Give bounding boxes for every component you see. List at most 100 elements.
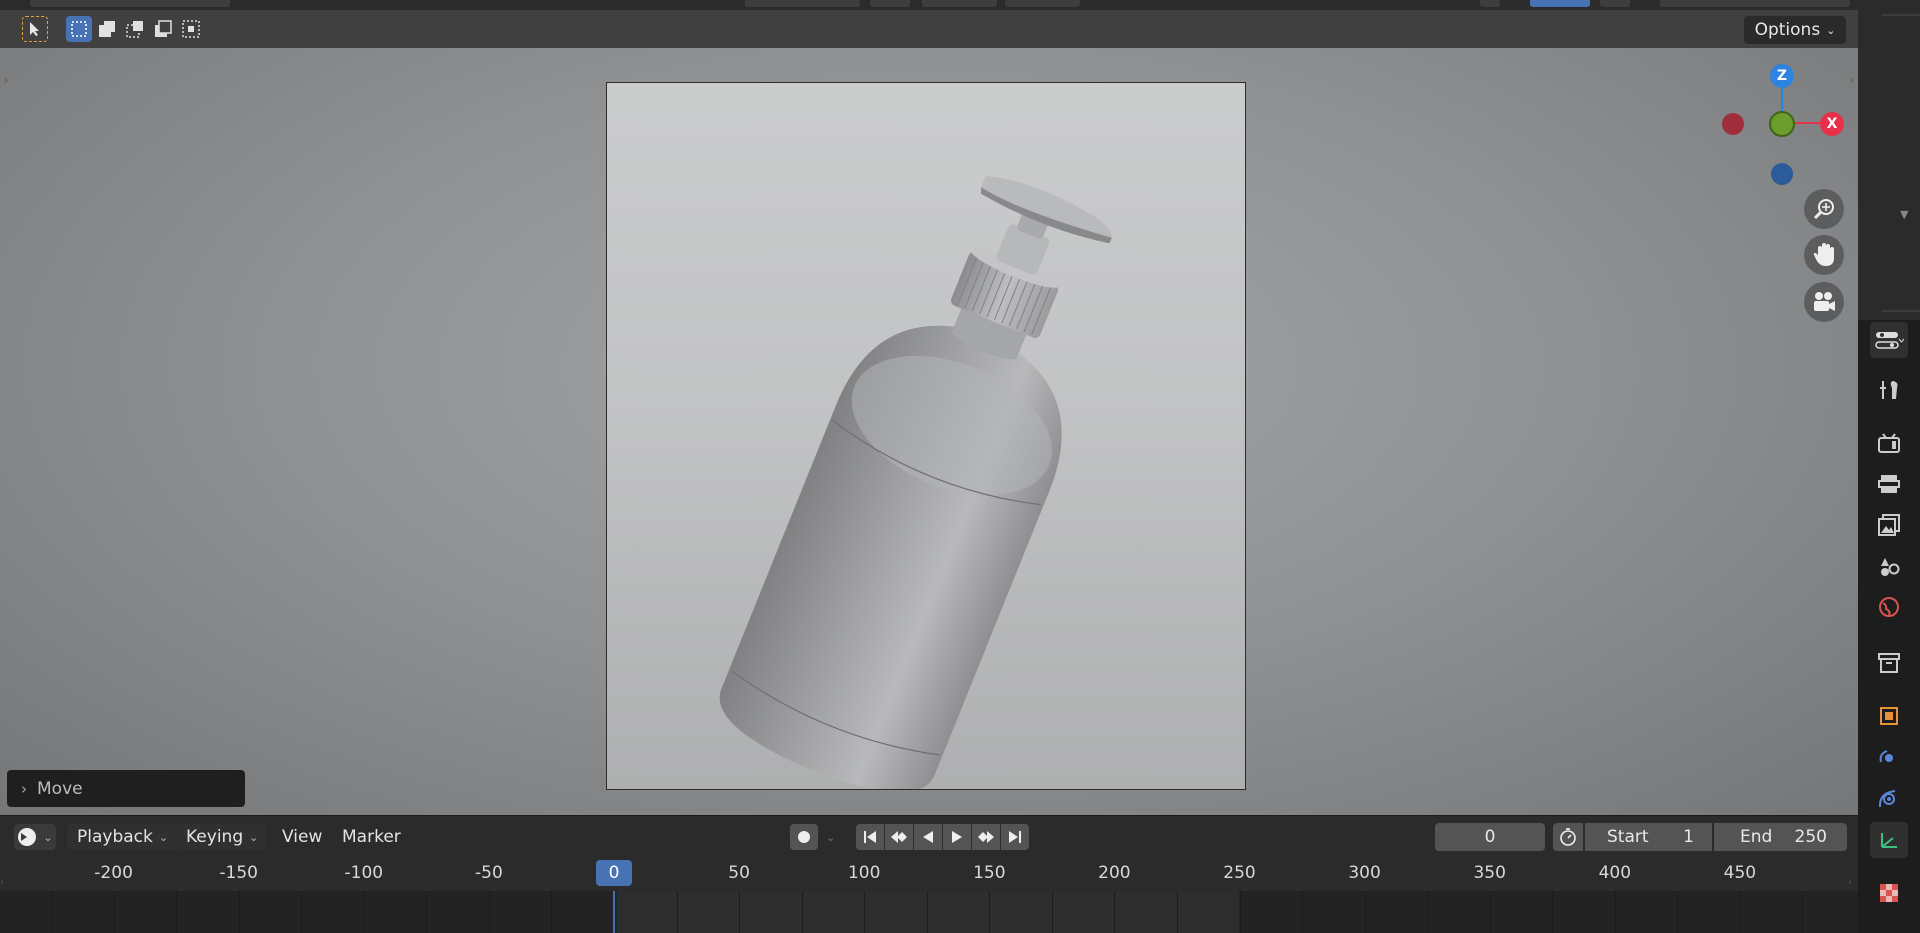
frame-gridline — [864, 891, 866, 933]
camera-view-icon[interactable] — [1804, 282, 1844, 322]
play-reverse-icon[interactable] — [914, 824, 942, 850]
render-icon[interactable] — [1870, 425, 1908, 461]
outliner-area: ▼ — [1858, 0, 1920, 320]
ruler-tick-label: 450 — [1723, 863, 1757, 883]
scroll-down-icon[interactable]: ▼ — [1900, 208, 1908, 221]
ruler-tick-label: 200 — [1098, 863, 1131, 883]
timeline-clock-icon — [18, 828, 37, 846]
invert-selection-icon[interactable] — [150, 16, 176, 42]
sidebar-expand-icon[interactable]: ‹ — [1846, 68, 1858, 92]
chevron-down-icon: ⌄ — [43, 830, 53, 844]
physics-icon[interactable] — [1870, 781, 1908, 817]
jump-to-previous-keyframe-icon[interactable] — [885, 824, 913, 850]
extend-selection-icon[interactable] — [94, 16, 120, 42]
zoom-icon[interactable] — [1804, 189, 1844, 229]
tool-settings-icon[interactable] — [1870, 372, 1908, 408]
frame-ruler[interactable]: › ‹ -200 -150 -100 -50 0 50 100 150 200 250 300 350… — [0, 855, 1858, 891]
timeline-header: ⌄ Playback ⌄ Keying ⌄ View Marker ⌄ 0 Star… — [0, 815, 1858, 855]
ruler-tick-label: -50 — [475, 863, 503, 883]
options-label: Options — [1754, 20, 1821, 40]
texture-icon[interactable] — [1870, 875, 1908, 911]
frame-gridline — [176, 891, 178, 933]
tool-header: Options ⌄ — [0, 10, 1858, 48]
jump-to-end-icon[interactable] — [1001, 824, 1029, 850]
view-layer-icon[interactable] — [1870, 507, 1908, 543]
toolbar-expand-icon[interactable]: › — [0, 68, 12, 92]
soap-bottle-model[interactable] — [607, 83, 1246, 790]
intersect-selection-icon[interactable] — [178, 16, 204, 42]
auto-keying-dropdown-icon[interactable]: ⌄ — [826, 831, 835, 844]
marker-menu[interactable]: Marker — [342, 824, 401, 850]
ruler-tick-label: 100 — [847, 863, 881, 883]
auto-keying-button[interactable] — [790, 824, 818, 850]
scene-frame-range — [616, 891, 1240, 933]
frame-gridline — [1552, 891, 1554, 933]
keying-label: Keying — [186, 827, 244, 847]
jump-to-next-keyframe-icon[interactable] — [972, 824, 1000, 850]
chevron-down-icon: ⌄ — [249, 830, 259, 844]
end-frame-field[interactable]: End 250 — [1714, 823, 1847, 851]
ruler-tick-label: -150 — [219, 863, 258, 883]
editor-type-dropdown[interactable]: ⌄ — [14, 824, 56, 850]
frame-gridline — [551, 891, 553, 933]
options-dropdown[interactable]: Options ⌄ — [1744, 16, 1846, 44]
current-frame-field[interactable]: 0 — [1435, 823, 1545, 851]
scene-icon[interactable] — [1870, 548, 1908, 584]
gizmo-y-axis[interactable] — [1769, 111, 1795, 137]
gizmo-x-axis[interactable]: X — [1820, 112, 1844, 136]
subtract-selection-icon[interactable] — [122, 16, 148, 42]
frame-gridline — [426, 891, 428, 933]
frame-gridline — [1051, 891, 1053, 933]
frame-gridline — [238, 891, 240, 933]
ruler-tick-label: 50 — [728, 863, 750, 883]
object-icon[interactable] — [1870, 698, 1908, 734]
stopwatch-icon — [1560, 828, 1576, 846]
viewport-header-strip — [0, 0, 1858, 10]
modifiers-icon[interactable] — [1870, 740, 1908, 776]
tweak-select-tool-icon[interactable] — [22, 16, 48, 42]
frame-gridline — [363, 891, 365, 933]
gizmo-negative-z-axis[interactable] — [1771, 163, 1793, 185]
sidebar-expand-icon[interactable]: ‹ — [1848, 877, 1852, 888]
world-icon[interactable] — [1870, 589, 1908, 625]
frame-gridline — [1677, 891, 1679, 933]
frame-gridline — [1614, 891, 1616, 933]
view-menu[interactable]: View — [282, 824, 322, 850]
output-icon[interactable] — [1870, 466, 1908, 502]
play-icon[interactable] — [943, 824, 971, 850]
last-operation-panel[interactable]: › Move — [7, 770, 245, 807]
playhead-frame-badge[interactable]: 0 — [596, 860, 632, 886]
ruler-tick-label: -200 — [94, 863, 133, 883]
3d-viewport[interactable]: Options ⌄ › ‹ Z X › Move — [0, 0, 1858, 815]
frame-gridline — [1364, 891, 1366, 933]
frame-gridline — [926, 891, 928, 933]
box-select-icon[interactable] — [66, 16, 92, 42]
start-label: Start — [1607, 827, 1649, 847]
playback-menu[interactable]: Playback ⌄ — [67, 824, 179, 850]
properties-tab-column: ▼ — [1858, 0, 1920, 933]
gizmo-z-axis[interactable]: Z — [1770, 64, 1794, 88]
jump-to-start-icon[interactable] — [856, 824, 884, 850]
chevron-down-icon: ⌄ — [1826, 23, 1836, 37]
ruler-tick-label: 300 — [1348, 863, 1381, 883]
object-data-icon[interactable] — [1870, 822, 1908, 858]
keying-menu[interactable]: Keying ⌄ — [178, 824, 267, 850]
view-label: View — [282, 827, 323, 847]
timeline-track-area[interactable] — [0, 891, 1858, 933]
ruler-tick-label: -100 — [344, 863, 384, 883]
collection-icon[interactable] — [1870, 645, 1908, 681]
frame-gridline — [113, 891, 115, 933]
editor-type-icon[interactable] — [1870, 322, 1908, 358]
frame-gridline — [801, 891, 803, 933]
channel-region-expand-icon[interactable]: › — [0, 877, 4, 888]
x-axis-label: X — [1826, 116, 1838, 132]
pan-hand-icon[interactable] — [1804, 235, 1844, 275]
ruler-tick-label: 400 — [1598, 863, 1632, 883]
preview-range-toggle[interactable] — [1553, 823, 1583, 851]
playback-label: Playback — [77, 827, 153, 847]
frame-gridline — [676, 891, 678, 933]
gizmo-negative-x-axis[interactable] — [1722, 113, 1744, 135]
playhead-line[interactable] — [613, 891, 615, 933]
frame-gridline — [488, 891, 490, 933]
start-frame-field[interactable]: Start 1 — [1585, 823, 1712, 851]
